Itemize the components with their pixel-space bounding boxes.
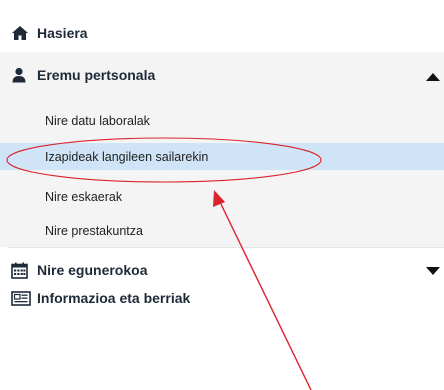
nav-item-daily[interactable]: Nire egunerokoa [0,259,444,281]
nav-item-personal-label: Eremu pertsonala [37,67,156,83]
nav-item-home-label: Hasiera [37,25,88,41]
nav-item-news[interactable]: Informazioa eta berriak [0,287,444,309]
subnav-item-label: Nire eskaerak [45,189,123,204]
nav-item-home[interactable]: Hasiera [0,22,444,44]
nav-item-daily-label: Nire egunerokoa [37,262,148,278]
chevron-down-icon[interactable] [426,267,440,275]
divider [8,247,444,248]
newspaper-icon [11,290,31,306]
subnav-item-training[interactable]: Nire prestakuntza [0,217,444,244]
subnav-item-label: Izapideak langileen sailarekin [45,149,209,164]
nav-item-news-label: Informazioa eta berriak [37,290,191,306]
user-icon [11,67,27,83]
home-icon [11,25,29,41]
subnav-item-requests[interactable]: Nire eskaerak [0,183,444,210]
nav-item-personal[interactable]: Eremu pertsonala [0,64,444,86]
calendar-icon [11,262,28,279]
subnav-item-label: Nire prestakuntza [45,223,143,238]
subnav-item-labor-data[interactable]: Nire datu laboralak [0,107,444,134]
subnav-item-procedures[interactable]: Izapideak langileen sailarekin [0,143,444,170]
subnav-item-label: Nire datu laboralak [45,113,150,128]
chevron-up-icon[interactable] [426,73,440,81]
